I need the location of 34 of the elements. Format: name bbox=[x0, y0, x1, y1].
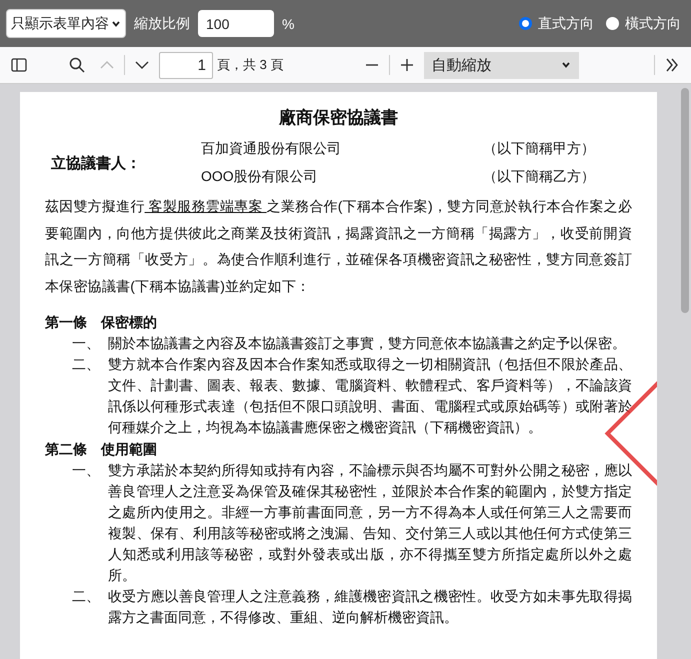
minus-icon bbox=[364, 64, 379, 66]
party-name: 百加資通股份有限公司 bbox=[201, 140, 342, 158]
party-name: OOO股份有限公司 bbox=[201, 168, 319, 186]
zoom-input-field[interactable]: 100 bbox=[198, 10, 274, 37]
percent-label: % bbox=[282, 16, 294, 32]
page-number-field[interactable]: 1 bbox=[159, 52, 213, 78]
article-heading: 第二條 使用範圍 bbox=[45, 440, 158, 459]
page-count: 頁，共 3 頁 bbox=[217, 56, 284, 74]
view-select[interactable]: 只顯示表單內容 bbox=[6, 9, 126, 38]
document-title: 廠商保密協議書 bbox=[278, 107, 399, 129]
item-number: 一、 bbox=[71, 334, 101, 353]
radio-label: 直式方向 bbox=[538, 14, 594, 32]
radio-button[interactable] bbox=[606, 17, 619, 30]
clause-text: 關於本協議書之內容及本協議書簽訂之事實，雙方同意依本協議書之約定予以保密。 bbox=[108, 334, 627, 353]
zoom-label: 縮放比例 bbox=[134, 14, 190, 32]
radio-button[interactable] bbox=[519, 17, 532, 30]
party-alias: （以下簡稱乙方） bbox=[483, 168, 595, 186]
zoom-select[interactable]: 自動縮放 bbox=[424, 52, 579, 78]
clause-text: 雙方就本合作案內容及因本合作案知悉或取得之一切相關資訊（包括但不限於產品、文件、計劃書、圖表、報表、數據、電腦資料、軟體程式、客戶資料等），不論該資訊係以何種形式表達（包括但不限口頭說明、書面、電腦程式或原始碼等）或附著於何種媒介之上，均視為本協議書應保密之機密資訊（下稱機密資訊）。 bbox=[108, 355, 632, 437]
sidebar-toggle-icon bbox=[10, 56, 28, 74]
caret-icon bbox=[111, 18, 121, 28]
scrollbar-thumb[interactable] bbox=[681, 88, 689, 313]
article-heading: 第一條 保密標的 bbox=[45, 313, 158, 332]
radio-label: 橫式方向 bbox=[625, 14, 681, 32]
item-number: 二、 bbox=[71, 355, 101, 374]
caret-icon bbox=[560, 60, 571, 70]
clause-text: 收受方應以善良管理人之注意義務，維護機密資訊之機密性。收受方如未事先取得揭露方之書面同意，不得修改、重組、逆向解析機密資訊。 bbox=[108, 587, 632, 627]
party-alias: （以下簡稱甲方） bbox=[483, 140, 595, 158]
parties-label: 立協議書人： bbox=[50, 154, 142, 172]
search-icon bbox=[68, 56, 86, 74]
clause-text: 雙方承諾於本契約所得知或持有內容，不論標示與否均屬不可對外公開之秘密，應以善良管理人之注意妥為保管及確保其秘密性，並限於本合作案的範圍內，於雙方指定之處所內使用之。非經一方事前書面同意，另一方不得為本人或任何第三人之需要而複製、保有、利用該等秘密或將之洩漏、告知、交付第三人或以其他任何方式使第三人知悉或利用該等秘密，或對外發表或出版，亦不得攜至雙方所指定處所以外之處所。 bbox=[108, 461, 632, 585]
intro-paragraph: 茲因雙方擬進行 客製服務雲端專案 之業務合作(下稱本合作案)，雙方同意於執行本合作案之必要範圍內，向他方提供彼此之商業及技術資訊，揭露資訊之一方簡稱「揭露方」，收受前開資訊之一方簡稱「收受方」。為使合作順利進行，並確保各項機密資訊之秘密性，雙方同意簽訂本保密協議書(下稱本協議書)並約定如下： bbox=[45, 197, 632, 296]
item-number: 一、 bbox=[71, 461, 101, 480]
item-number: 二、 bbox=[71, 587, 101, 606]
